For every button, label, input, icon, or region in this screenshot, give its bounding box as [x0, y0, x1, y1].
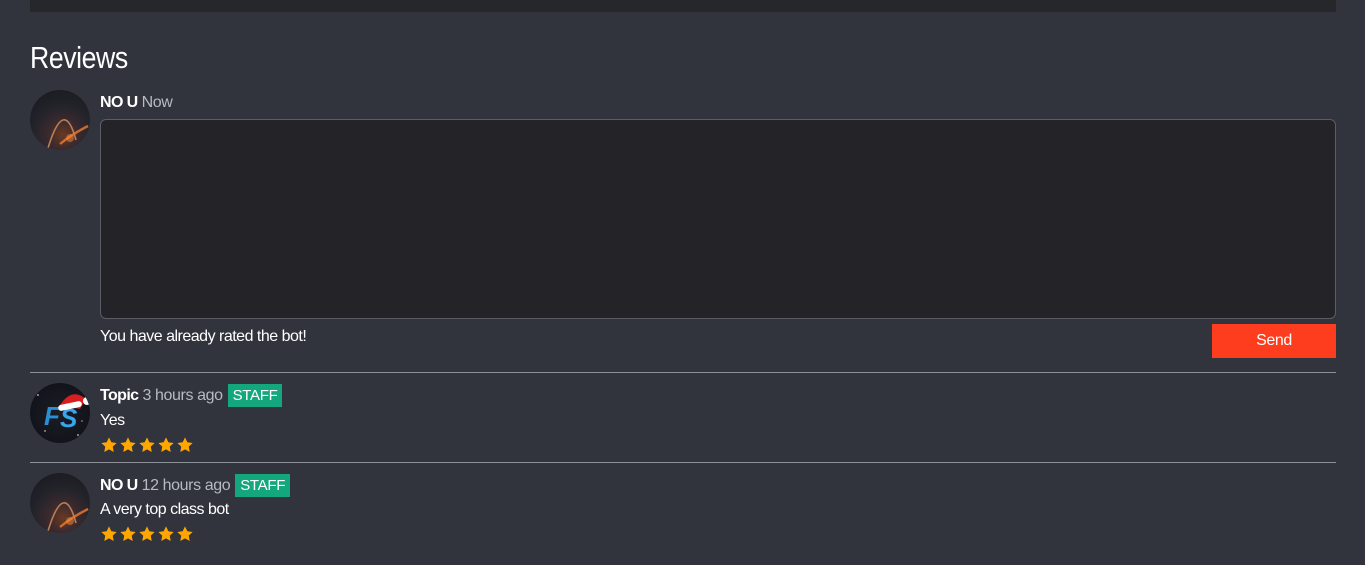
composer-time: Now — [141, 94, 173, 111]
review-text: Yes — [100, 412, 125, 429]
composer-avatar — [30, 90, 90, 150]
top-panel-bar — [30, 0, 1336, 12]
star-icon — [120, 526, 136, 541]
star-icon — [101, 526, 117, 541]
review-avatar — [30, 473, 90, 533]
review-input[interactable] — [100, 119, 1336, 319]
star-rating — [100, 525, 194, 543]
star-icon — [101, 437, 117, 452]
divider — [30, 462, 1336, 463]
review-time: 12 hours ago — [141, 476, 231, 494]
arc-avatar-icon — [47, 502, 89, 532]
review-text: A very top class bot — [100, 501, 229, 518]
star-icon — [120, 437, 136, 452]
star-icon — [158, 437, 174, 452]
review-username: Topic — [100, 386, 139, 404]
star-icon — [139, 437, 155, 452]
svg-text:F: F — [44, 401, 61, 431]
review-time: 3 hours ago — [142, 386, 223, 404]
rated-status-message: You have already rated the bot! — [100, 328, 307, 345]
composer-header: NO U Now — [100, 94, 173, 112]
review-header: NO U 12 hours ago STAFF — [100, 474, 291, 497]
staff-badge: STAFF — [227, 384, 283, 407]
star-icon — [177, 437, 193, 452]
staff-badge: STAFF — [235, 474, 291, 497]
review-username: NO U — [100, 476, 138, 494]
star-icon — [177, 526, 193, 541]
review-header: Topic 3 hours ago STAFF — [100, 384, 283, 407]
fs-santa-avatar-icon: F S — [37, 394, 90, 436]
star-rating — [100, 436, 194, 454]
composer-username: NO U — [100, 94, 138, 111]
arc-avatar-icon — [47, 119, 89, 149]
send-button[interactable]: Send — [1212, 324, 1336, 358]
star-icon — [139, 526, 155, 541]
divider — [30, 372, 1336, 373]
star-icon — [158, 526, 174, 541]
review-avatar: F S — [30, 383, 90, 443]
section-title: Reviews — [30, 40, 128, 75]
